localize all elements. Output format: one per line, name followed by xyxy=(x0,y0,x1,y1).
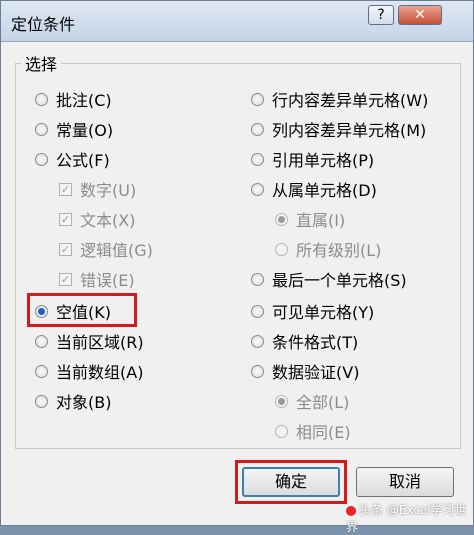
go-to-special-dialog: 定位条件 ? ✕ 选择 批注(C) 常量(O) 公式(F) ✓ 数字(U) ✓ … xyxy=(0,0,474,534)
option-label: 对象(B) xyxy=(56,393,112,412)
option-formulas[interactable]: 公式(F) xyxy=(35,147,110,171)
checkbox-errors[interactable]: ✓ xyxy=(59,272,72,286)
option-label: 常量(O) xyxy=(56,121,114,140)
option-text[interactable]: ✓ 文本(X) xyxy=(59,207,135,231)
option-label: 直属(I) xyxy=(296,211,346,230)
option-label: 条件格式(T) xyxy=(272,333,359,352)
radio-comments[interactable] xyxy=(35,92,48,106)
option-objects[interactable]: 对象(B) xyxy=(35,389,111,413)
close-button[interactable]: ✕ xyxy=(398,5,442,25)
watermark-logo-icon xyxy=(346,505,356,516)
title-bar: 定位条件 ? ✕ xyxy=(1,1,473,42)
option-row-differences[interactable]: 行内容差异单元格(W) xyxy=(251,87,428,111)
checkbox-text[interactable]: ✓ xyxy=(59,212,72,226)
option-logicals[interactable]: ✓ 逻辑值(G) xyxy=(59,237,153,261)
option-label: 当前数组(A) xyxy=(56,363,144,382)
option-label: 数据验证(V) xyxy=(272,363,360,382)
option-current-region[interactable]: 当前区域(R) xyxy=(35,329,144,353)
help-button[interactable]: ? xyxy=(368,5,394,25)
radio-objects[interactable] xyxy=(35,394,48,408)
highlight-blanks-box xyxy=(27,293,137,327)
option-label: 文本(X) xyxy=(80,211,136,230)
option-label: 所有级别(L) xyxy=(296,241,382,260)
option-label: 错误(E) xyxy=(80,271,135,290)
radio-direct-only[interactable] xyxy=(275,212,288,226)
radio-conditional-formats[interactable] xyxy=(251,334,264,348)
option-last-cell[interactable]: 最后一个单元格(S) xyxy=(251,267,407,291)
option-label: 可见单元格(Y) xyxy=(272,303,375,322)
option-comments[interactable]: 批注(C) xyxy=(35,87,112,111)
option-data-validation[interactable]: 数据验证(V) xyxy=(251,359,359,383)
radio-current-array[interactable] xyxy=(35,364,48,378)
option-label: 行内容差异单元格(W) xyxy=(272,91,429,110)
option-validation-all[interactable]: 全部(L) xyxy=(275,389,349,413)
checkbox-numbers[interactable]: ✓ xyxy=(59,182,72,196)
watermark-text: 头条 @Excel学习世界 xyxy=(346,503,467,534)
dialog-title: 定位条件 xyxy=(11,15,76,34)
radio-precedents[interactable] xyxy=(251,152,264,166)
radio-dependents[interactable] xyxy=(251,182,264,196)
checkbox-logicals[interactable]: ✓ xyxy=(59,242,72,256)
option-all-levels[interactable]: 所有级别(L) xyxy=(275,237,381,261)
ok-button[interactable]: 确定 xyxy=(242,467,340,497)
radio-last-cell[interactable] xyxy=(251,272,264,286)
option-errors[interactable]: ✓ 错误(E) xyxy=(59,267,135,291)
radio-validation-all[interactable] xyxy=(275,394,288,408)
option-label: 最后一个单元格(S) xyxy=(272,271,407,290)
radio-current-region[interactable] xyxy=(35,334,48,348)
radio-column-differences[interactable] xyxy=(251,122,264,136)
option-label: 从属单元格(D) xyxy=(272,181,377,200)
option-label: 批注(C) xyxy=(56,91,112,110)
radio-data-validation[interactable] xyxy=(251,364,264,378)
option-label: 相同(E) xyxy=(296,423,351,442)
option-direct-only[interactable]: 直属(I) xyxy=(275,207,345,231)
option-numbers[interactable]: ✓ 数字(U) xyxy=(59,177,136,201)
option-label: 公式(F) xyxy=(56,151,110,170)
option-label: 当前区域(R) xyxy=(56,333,144,352)
radio-visible-cells[interactable] xyxy=(251,304,264,318)
radio-constants[interactable] xyxy=(35,122,48,136)
option-label: 全部(L) xyxy=(296,393,350,412)
group-label: 选择 xyxy=(21,51,62,75)
option-current-array[interactable]: 当前数组(A) xyxy=(35,359,143,383)
watermark: 头条 @Excel学习世界 xyxy=(346,501,473,535)
option-conditional-formats[interactable]: 条件格式(T) xyxy=(251,329,358,353)
option-column-differences[interactable]: 列内容差异单元格(M) xyxy=(251,117,426,141)
radio-row-differences[interactable] xyxy=(251,92,264,106)
option-validation-same[interactable]: 相同(E) xyxy=(275,419,351,443)
option-dependents[interactable]: 从属单元格(D) xyxy=(251,177,377,201)
option-label: 数字(U) xyxy=(80,181,137,200)
option-label: 引用单元格(P) xyxy=(272,151,375,170)
option-visible-cells[interactable]: 可见单元格(Y) xyxy=(251,299,374,323)
option-precedents[interactable]: 引用单元格(P) xyxy=(251,147,374,171)
radio-formulas[interactable] xyxy=(35,152,48,166)
cancel-button[interactable]: 取消 xyxy=(356,467,454,497)
option-label: 逻辑值(G) xyxy=(80,241,153,260)
option-constants[interactable]: 常量(O) xyxy=(35,117,113,141)
radio-validation-same[interactable] xyxy=(275,424,288,438)
radio-all-levels[interactable] xyxy=(275,242,288,256)
option-label: 列内容差异单元格(M) xyxy=(272,121,427,140)
